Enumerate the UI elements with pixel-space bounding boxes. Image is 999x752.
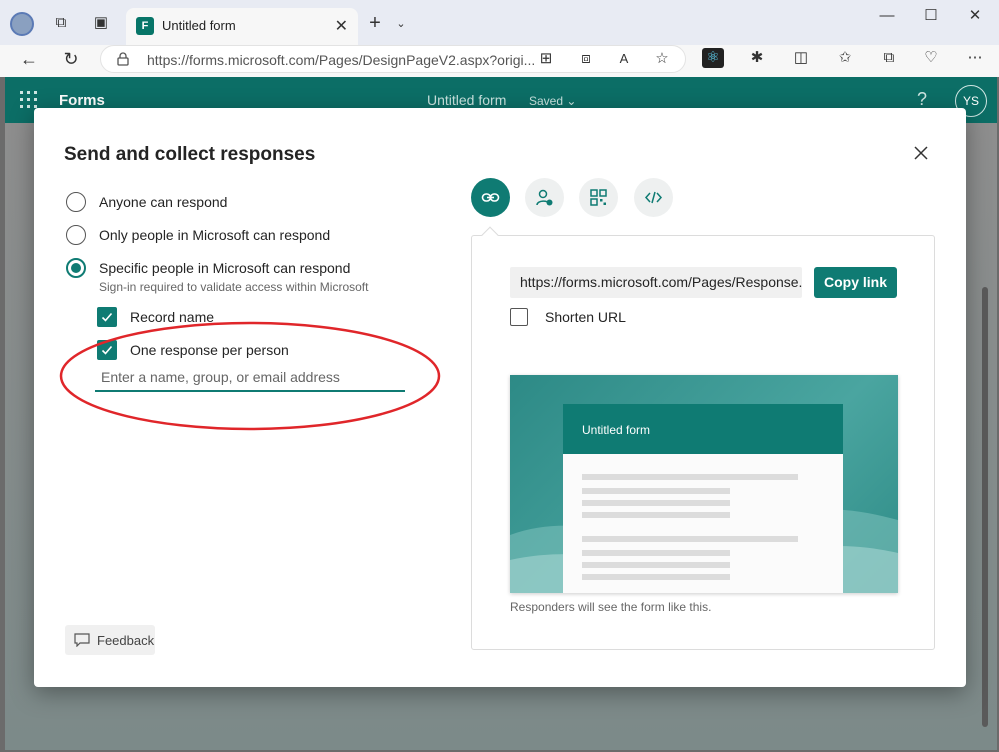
preview-placeholder-line bbox=[582, 562, 730, 568]
preview-form-card: Untitled form bbox=[563, 404, 843, 593]
tab-list-chevron-icon[interactable]: ⌄ bbox=[390, 14, 412, 34]
share-link-pane: https://forms.microsoft.com/Pages/Respon… bbox=[471, 226, 935, 650]
url-text: https://forms.microsoft.com/Pages/Design… bbox=[147, 52, 536, 68]
link-icon bbox=[481, 193, 500, 202]
share-link-button[interactable] bbox=[471, 178, 510, 217]
share-embed-button[interactable] bbox=[634, 178, 673, 217]
share-qr-button[interactable] bbox=[579, 178, 618, 217]
shorten-url-label: Shorten URL bbox=[545, 309, 626, 325]
shopping-icon[interactable]: ⧈ bbox=[575, 49, 597, 69]
close-icon[interactable] bbox=[912, 144, 930, 162]
scrollbar-thumb[interactable] bbox=[982, 287, 988, 727]
radio-anyone[interactable] bbox=[66, 192, 86, 212]
profile-avatar[interactable] bbox=[10, 12, 34, 36]
react-extension-icon[interactable]: ⚛ bbox=[702, 48, 724, 68]
pane-pointer bbox=[481, 226, 499, 244]
preview-placeholder-line bbox=[582, 550, 730, 556]
collections-icon[interactable]: ⧉ bbox=[878, 48, 900, 68]
favorite-star-icon[interactable]: ☆ bbox=[651, 49, 673, 69]
preview-placeholder-line bbox=[582, 574, 730, 580]
radio-org[interactable] bbox=[66, 225, 86, 245]
responder-preview: Untitled form bbox=[510, 375, 898, 593]
embed-code-icon bbox=[644, 191, 663, 204]
favorites-icon[interactable]: ✩ bbox=[834, 48, 856, 68]
send-dialog: Send and collect responses Anyone can re… bbox=[34, 108, 966, 687]
feedback-label: Feedback bbox=[97, 632, 155, 648]
read-aloud-icon[interactable]: A bbox=[613, 49, 635, 69]
new-tab-icon[interactable]: + bbox=[364, 13, 386, 33]
minimize-icon[interactable]: — bbox=[876, 6, 898, 26]
shorten-url-checkbox[interactable] bbox=[510, 308, 528, 326]
browser-essentials-icon[interactable]: ♡ bbox=[920, 48, 942, 68]
sign-in-note: Sign-in required to validate access with… bbox=[99, 280, 369, 294]
refresh-icon[interactable]: ↻ bbox=[60, 49, 82, 69]
apps-icon[interactable]: ⊞ bbox=[535, 49, 557, 69]
split-screen-icon[interactable]: ◫ bbox=[790, 48, 812, 68]
preview-placeholder-line bbox=[582, 500, 730, 506]
preview-caption: Responders will see the form like this. bbox=[510, 600, 712, 614]
preview-form-title: Untitled form bbox=[582, 423, 651, 437]
workspaces-icon[interactable]: ⧉ bbox=[50, 13, 72, 33]
preview-placeholder-line bbox=[582, 488, 730, 494]
share-link-field[interactable]: https://forms.microsoft.com/Pages/Respon… bbox=[510, 267, 802, 298]
help-icon[interactable]: ? bbox=[917, 89, 927, 110]
preview-placeholder-line bbox=[582, 474, 798, 480]
tab-actions-icon[interactable]: ▣ bbox=[90, 13, 112, 33]
option-specific[interactable]: Specific people in Microsoft can respond bbox=[66, 257, 350, 279]
more-menu-icon[interactable]: ⋯ bbox=[964, 48, 986, 68]
page-scrollbar[interactable] bbox=[980, 207, 992, 747]
invite-person-icon bbox=[536, 189, 553, 206]
close-window-icon[interactable]: ✕ bbox=[964, 6, 986, 26]
feedback-icon bbox=[74, 633, 90, 647]
chevron-down-icon: ⌄ bbox=[566, 94, 577, 108]
option-anyone[interactable]: Anyone can respond bbox=[66, 191, 227, 213]
tab-close-icon[interactable]: ✕ bbox=[335, 16, 348, 36]
saved-status-text: Saved bbox=[529, 94, 564, 108]
saved-status: Saved ⌄ bbox=[529, 94, 576, 108]
browser-titlebar: ⧉ ▣ F Untitled form ✕ + ⌄ — ☐ ✕ bbox=[0, 0, 999, 45]
forms-favicon-icon: F bbox=[136, 17, 154, 35]
app-launcher-icon[interactable] bbox=[20, 91, 38, 109]
address-bar[interactable]: https://forms.microsoft.com/Pages/Design… bbox=[100, 45, 686, 73]
option-anyone-label: Anyone can respond bbox=[99, 194, 228, 210]
dialog-title: Send and collect responses bbox=[64, 144, 316, 165]
option-org-label: Only people in Microsoft can respond bbox=[99, 227, 331, 243]
browser-tab[interactable]: F Untitled form ✕ bbox=[126, 8, 358, 45]
back-icon[interactable]: ← bbox=[18, 49, 40, 69]
maximize-icon[interactable]: ☐ bbox=[920, 6, 942, 26]
preview-placeholder-line bbox=[582, 536, 798, 542]
extensions-icon[interactable]: ✱ bbox=[746, 48, 768, 68]
annotation-ellipse bbox=[59, 321, 441, 431]
copy-link-button[interactable]: Copy link bbox=[814, 267, 897, 298]
feedback-button[interactable]: Feedback bbox=[65, 625, 155, 655]
qr-code-icon bbox=[590, 189, 607, 206]
address-bar-row: ← ↻ https://forms.microsoft.com/Pages/De… bbox=[0, 45, 999, 77]
tab-title: Untitled form bbox=[162, 18, 236, 33]
shorten-url-option[interactable]: Shorten URL bbox=[510, 308, 626, 326]
option-org[interactable]: Only people in Microsoft can respond bbox=[66, 224, 330, 246]
preview-placeholder-line bbox=[582, 512, 730, 518]
header-form-title: Untitled form bbox=[427, 92, 507, 108]
radio-specific[interactable] bbox=[66, 258, 86, 278]
preview-card-header: Untitled form bbox=[563, 404, 843, 454]
lock-icon bbox=[117, 52, 129, 66]
app-name[interactable]: Forms bbox=[59, 92, 105, 109]
share-invite-button[interactable] bbox=[525, 178, 564, 217]
option-specific-label: Specific people in Microsoft can respond bbox=[99, 260, 351, 276]
